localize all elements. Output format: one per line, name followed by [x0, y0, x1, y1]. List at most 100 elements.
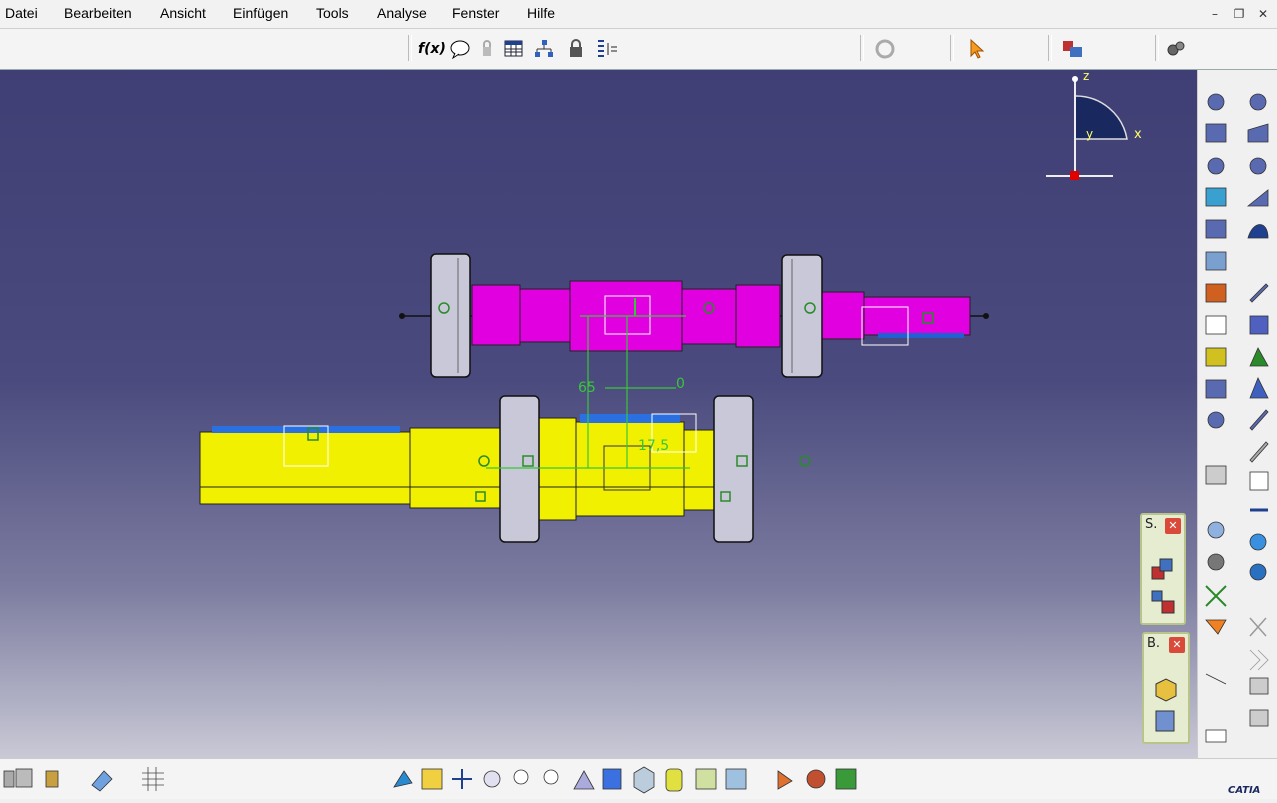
text-icon [1205, 315, 1227, 335]
disk-icon [15, 768, 33, 788]
dimension-65: 65 [578, 380, 596, 396]
assembly-gear-icon [1207, 411, 1225, 429]
floating-toolbar-b[interactable]: B. ✕ [1142, 632, 1190, 744]
swap-icon [1205, 251, 1227, 271]
grid-icon [142, 767, 164, 791]
material-icon [806, 769, 826, 789]
scroll-left-icon [3, 770, 15, 788]
gears-icon[interactable] [1165, 38, 1187, 60]
product-icon[interactable] [1148, 555, 1178, 585]
snap-arrow-icon [1205, 465, 1227, 485]
close-button[interactable]: ✕ [1252, 4, 1274, 24]
box-icon[interactable] [1150, 674, 1180, 704]
tree-copy-icon [1249, 677, 1269, 695]
hand-icon [1205, 619, 1227, 635]
views-icon [602, 768, 622, 790]
catalog-icon[interactable] [1060, 38, 1088, 60]
select-arrow-icon[interactable] [966, 38, 988, 60]
mechanism-icon [1247, 123, 1269, 143]
pyramid-icon [1249, 377, 1269, 399]
restore-button[interactable]: ❐ [1228, 4, 1250, 24]
compass-x-label: x [1134, 127, 1142, 142]
bottom-toolbar: CATIA [0, 758, 1277, 799]
eraser-icon [91, 770, 113, 792]
part-icon [1205, 123, 1227, 143]
constraint-icon [1205, 219, 1227, 239]
tree-part-icon [1205, 347, 1227, 367]
minimize-button[interactable]: – [1204, 4, 1226, 24]
pencil-icon [1249, 283, 1269, 303]
shaft-icon [1207, 521, 1225, 539]
measure-icon [1205, 673, 1227, 685]
sketch-gear-icon [1207, 93, 1225, 111]
assembly-icon [1205, 379, 1227, 399]
floating-toolbar-title: S. [1145, 517, 1158, 532]
pan-icon [452, 769, 472, 789]
snap-icon [1205, 283, 1227, 303]
plane-icon [1246, 189, 1269, 207]
network-icon [1249, 563, 1267, 581]
shading-icon [665, 768, 683, 792]
split-icon [1249, 617, 1267, 637]
explode-icon [1207, 553, 1225, 571]
model-canvas: z x y 65 0 17,5 [199, 70, 1142, 543]
catalog-logo: CATIA [1228, 785, 1260, 796]
exit-icon [1205, 187, 1227, 207]
move-icon [1205, 585, 1227, 607]
bin-icon [45, 770, 59, 788]
menu-datei[interactable]: Datei [5, 5, 38, 21]
toolbar-separator [408, 35, 412, 61]
close-icon[interactable]: ✕ [1165, 518, 1181, 534]
toolbar-separator [1155, 35, 1159, 61]
formula-icon[interactable]: f(x) [418, 38, 446, 60]
dimension-0: 0 [676, 376, 685, 392]
tree-product-icon[interactable] [1148, 587, 1178, 617]
gear-icon [1249, 93, 1267, 111]
joint-icon [1207, 157, 1225, 175]
comment-icon[interactable] [449, 38, 471, 60]
list-icon[interactable] [595, 38, 621, 60]
cube-icon [1249, 315, 1269, 335]
right-toolbar-icons [1205, 93, 1269, 743]
menu-ansicht[interactable]: Ansicht [160, 5, 206, 21]
bottom-shaft [199, 395, 811, 543]
toolbar-separator [860, 35, 864, 61]
anchor-icon [1249, 409, 1269, 431]
close-icon[interactable]: ✕ [1169, 637, 1185, 653]
gear-icon [1249, 157, 1267, 175]
floating-toolbar-s[interactable]: S. ✕ [1140, 513, 1186, 625]
3d-viewport[interactable]: z x y 65 0 17,5 [0, 70, 1197, 758]
normal-view-icon [573, 770, 595, 790]
refresh-icon[interactable] [874, 38, 896, 60]
hide-show-icon [695, 768, 717, 790]
book-icon[interactable] [1150, 706, 1180, 736]
fit-all-icon [421, 768, 443, 790]
menu-einfuegen[interactable]: Einfügen [233, 5, 288, 21]
fish-icon [1247, 224, 1269, 239]
compass-z-label: z [1083, 70, 1089, 83]
fix-icon [1249, 347, 1269, 367]
menu-bar: Datei Bearbeiten Ansicht Einfügen Tools … [0, 0, 1277, 29]
menu-tools[interactable]: Tools [316, 5, 349, 21]
table-icon[interactable] [503, 38, 525, 60]
menu-hilfe[interactable]: Hilfe [527, 5, 555, 21]
top-toolbar: f(x) [0, 29, 1277, 70]
cube-view-icon [633, 766, 655, 794]
fly-icon [393, 770, 413, 788]
menu-fenster[interactable]: Fenster [452, 5, 499, 21]
tree-icon[interactable] [533, 38, 555, 60]
tree-copy2-icon [1249, 709, 1269, 727]
compass-y-label: y [1086, 127, 1093, 141]
text-box-icon [1205, 729, 1227, 743]
zoom-in-icon [513, 769, 529, 785]
lock-icon[interactable] [476, 38, 498, 60]
menu-analyse[interactable]: Analyse [377, 5, 427, 21]
top-shaft [399, 253, 989, 378]
dimension-17-5: 17,5 [638, 438, 669, 454]
right-toolbar [1197, 70, 1277, 758]
menu-bearbeiten[interactable]: Bearbeiten [64, 5, 132, 21]
apply-material-icon [835, 768, 857, 790]
bottom-toolbar-icons: CATIA [3, 766, 1260, 796]
padlock-icon[interactable] [565, 38, 587, 60]
rotate-icon [483, 770, 501, 788]
